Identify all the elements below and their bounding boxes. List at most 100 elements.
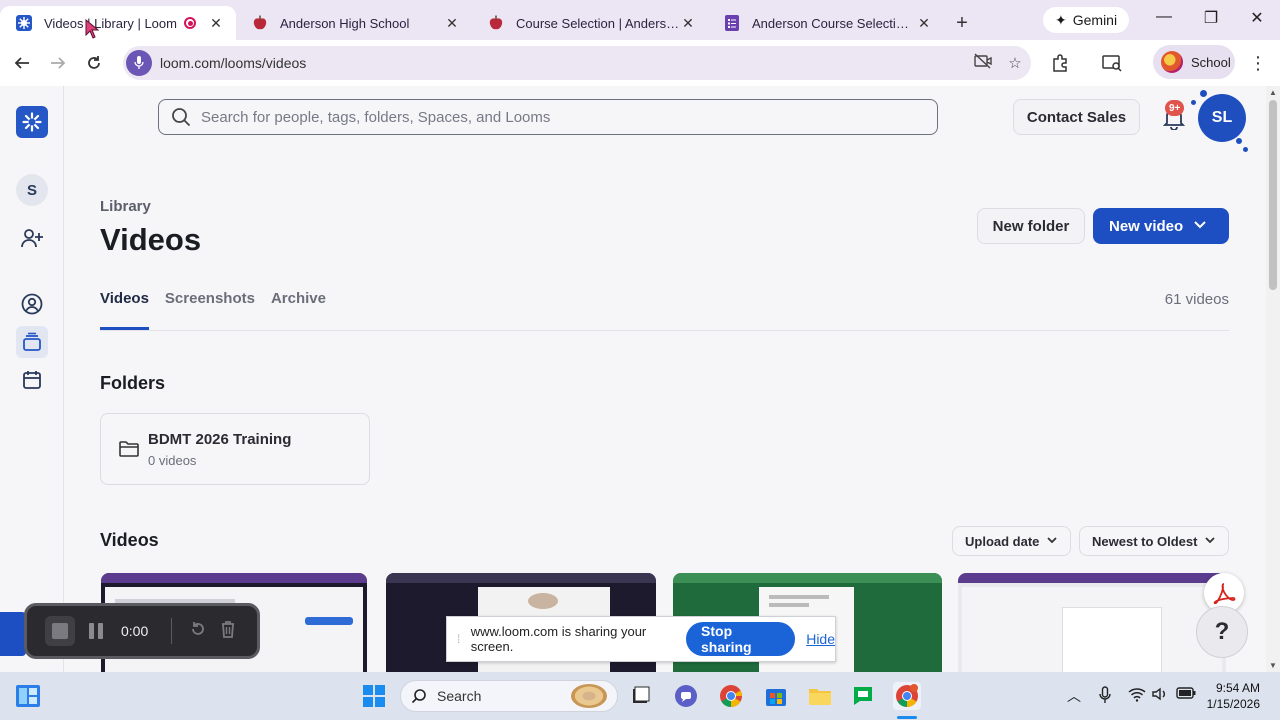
loom-recorder-controls: 0:00 [24, 603, 260, 659]
gemini-button[interactable]: ✦ Gemini [1043, 7, 1130, 33]
thumbnail-browser-bar [958, 573, 1226, 583]
windows-start-icon[interactable] [360, 682, 388, 710]
volume-icon[interactable] [1152, 686, 1168, 705]
add-user-icon[interactable] [16, 222, 48, 254]
search-input[interactable] [201, 108, 937, 126]
scroll-down-icon[interactable]: ▼ [1266, 661, 1280, 670]
reload-button[interactable] [76, 45, 112, 81]
apple-favicon-icon [488, 15, 504, 31]
recorder-side-tab[interactable] [0, 612, 26, 656]
show-hidden-icons-chevron-icon[interactable]: ︿ [1067, 686, 1081, 706]
taskbar-search[interactable]: Search [400, 680, 618, 712]
browser-profile-button[interactable]: School [1153, 45, 1235, 79]
content-tabs: Videos Screenshots Archive [100, 290, 326, 330]
apple-favicon-icon [252, 15, 268, 31]
tab-videos[interactable]: Videos [100, 290, 149, 330]
extensions-icon[interactable] [1046, 46, 1074, 80]
folder-name: BDMT 2026 Training [148, 431, 292, 448]
sort-order-dropdown[interactable]: Newest to Oldest [1079, 526, 1229, 556]
taskbar-search-label: Search [437, 688, 482, 704]
widgets-icon[interactable] [14, 682, 42, 710]
tab-anderson-high-school[interactable]: Anderson High School ✕ [236, 6, 472, 40]
drag-handle-icon[interactable]: ⁞ [457, 632, 461, 646]
scroll-up-icon[interactable]: ▲ [1266, 88, 1280, 97]
teams-chat-icon[interactable] [672, 682, 700, 710]
loom-favicon-icon [16, 15, 32, 31]
clock-date: 1/15/2026 [1206, 697, 1260, 711]
active-app-indicator [897, 716, 917, 719]
contact-sales-button[interactable]: Contact Sales [1013, 99, 1140, 135]
new-tab-button[interactable]: + [944, 6, 980, 40]
restart-icon[interactable] [190, 621, 206, 642]
tab-course-selection[interactable]: Course Selection | Anderson Hi ✕ [472, 6, 708, 40]
stop-recording-button[interactable] [45, 616, 75, 646]
thumbnail-content [962, 587, 1222, 672]
folder-card[interactable]: BDMT 2026 Training 0 videos [100, 413, 370, 485]
close-tab-icon[interactable]: ✕ [680, 15, 696, 32]
sort-field-dropdown[interactable]: Upload date [952, 526, 1071, 556]
microsoft-store-icon[interactable] [762, 682, 790, 710]
close-tab-icon[interactable]: ✕ [208, 15, 224, 32]
battery-icon[interactable] [1176, 686, 1196, 703]
library-icon[interactable] [16, 326, 48, 358]
gemini-label: Gemini [1072, 12, 1118, 28]
task-view-icon[interactable] [626, 682, 654, 710]
tab-archive[interactable]: Archive [271, 290, 326, 330]
wifi-icon[interactable] [1128, 686, 1146, 705]
new-video-label: New video [1109, 217, 1184, 235]
tab-loom-videos[interactable]: Videos | Library | Loom ✕ [0, 6, 236, 40]
scrollbar-thumb[interactable] [1269, 100, 1277, 290]
microphone-tray-icon[interactable] [1099, 686, 1111, 707]
sort-field-label: Upload date [965, 533, 1040, 549]
close-window-button[interactable]: ✕ [1242, 8, 1272, 28]
workspace-avatar[interactable]: S [16, 174, 48, 206]
close-tab-icon[interactable]: ✕ [444, 15, 460, 32]
camera-blocked-icon[interactable] [967, 53, 999, 73]
chrome-active-icon[interactable] [893, 682, 921, 710]
calendar-icon[interactable] [16, 364, 48, 396]
video-thumbnail[interactable] [958, 573, 1226, 672]
tabs-divider [100, 330, 1229, 331]
user-avatar[interactable]: SL [1198, 94, 1246, 142]
browser-menu-icon[interactable]: ⋮ [1246, 46, 1270, 80]
user-circle-icon[interactable] [16, 288, 48, 320]
new-video-button[interactable]: New video [1093, 208, 1229, 244]
tab-title: Anderson High School [280, 15, 410, 31]
tab-title: Course Selection | Anderson Hi [516, 15, 680, 31]
forms-favicon-icon [724, 15, 740, 31]
tab-course-selection-form[interactable]: Anderson Course Selection For ✕ [708, 6, 944, 40]
tab-search-icon[interactable] [1098, 46, 1126, 80]
back-button[interactable] [4, 45, 40, 81]
avatar-decoration [1191, 100, 1196, 105]
search-highlight-image [571, 684, 607, 708]
tab-screenshots[interactable]: Screenshots [165, 290, 255, 330]
stop-sharing-button[interactable]: Stop sharing [686, 622, 796, 656]
system-clock[interactable]: 9:54 AM 1/15/2026 [1207, 680, 1260, 712]
help-button[interactable]: ? [1196, 606, 1248, 658]
windows-taskbar: Search ︿ 9:54 AM 1/15/2026 [0, 672, 1280, 720]
search-field[interactable] [158, 99, 938, 135]
trash-icon[interactable] [220, 620, 236, 643]
reload-icon [88, 56, 100, 69]
minimize-window-button[interactable]: — [1149, 8, 1179, 26]
sharing-message: www.loom.com is sharing your screen. [470, 624, 647, 654]
new-folder-button[interactable]: New folder [977, 208, 1085, 244]
close-tab-icon[interactable]: ✕ [916, 15, 932, 32]
loom-logo-icon[interactable] [16, 106, 48, 138]
microphone-icon[interactable] [126, 50, 152, 76]
address-bar[interactable]: loom.com/looms/videos ☆ [123, 46, 1031, 80]
gemini-sparkle-icon: ✦ [1055, 11, 1067, 28]
recording-timer: 0:00 [121, 623, 149, 639]
hide-link[interactable]: Hide [806, 631, 835, 647]
bookmark-star-icon[interactable]: ☆ [999, 54, 1031, 72]
page-scrollbar[interactable]: ▲ ▼ [1266, 86, 1280, 672]
forward-button[interactable] [40, 45, 76, 81]
file-explorer-icon[interactable] [806, 682, 834, 710]
profile-label: School [1191, 54, 1231, 70]
chrome-icon[interactable] [717, 682, 745, 710]
restore-window-button[interactable]: ❐ [1196, 8, 1226, 28]
pause-recording-button[interactable] [89, 623, 107, 639]
breadcrumb[interactable]: Library [100, 198, 151, 215]
google-chat-icon[interactable] [849, 682, 877, 710]
folder-icon [119, 440, 139, 463]
